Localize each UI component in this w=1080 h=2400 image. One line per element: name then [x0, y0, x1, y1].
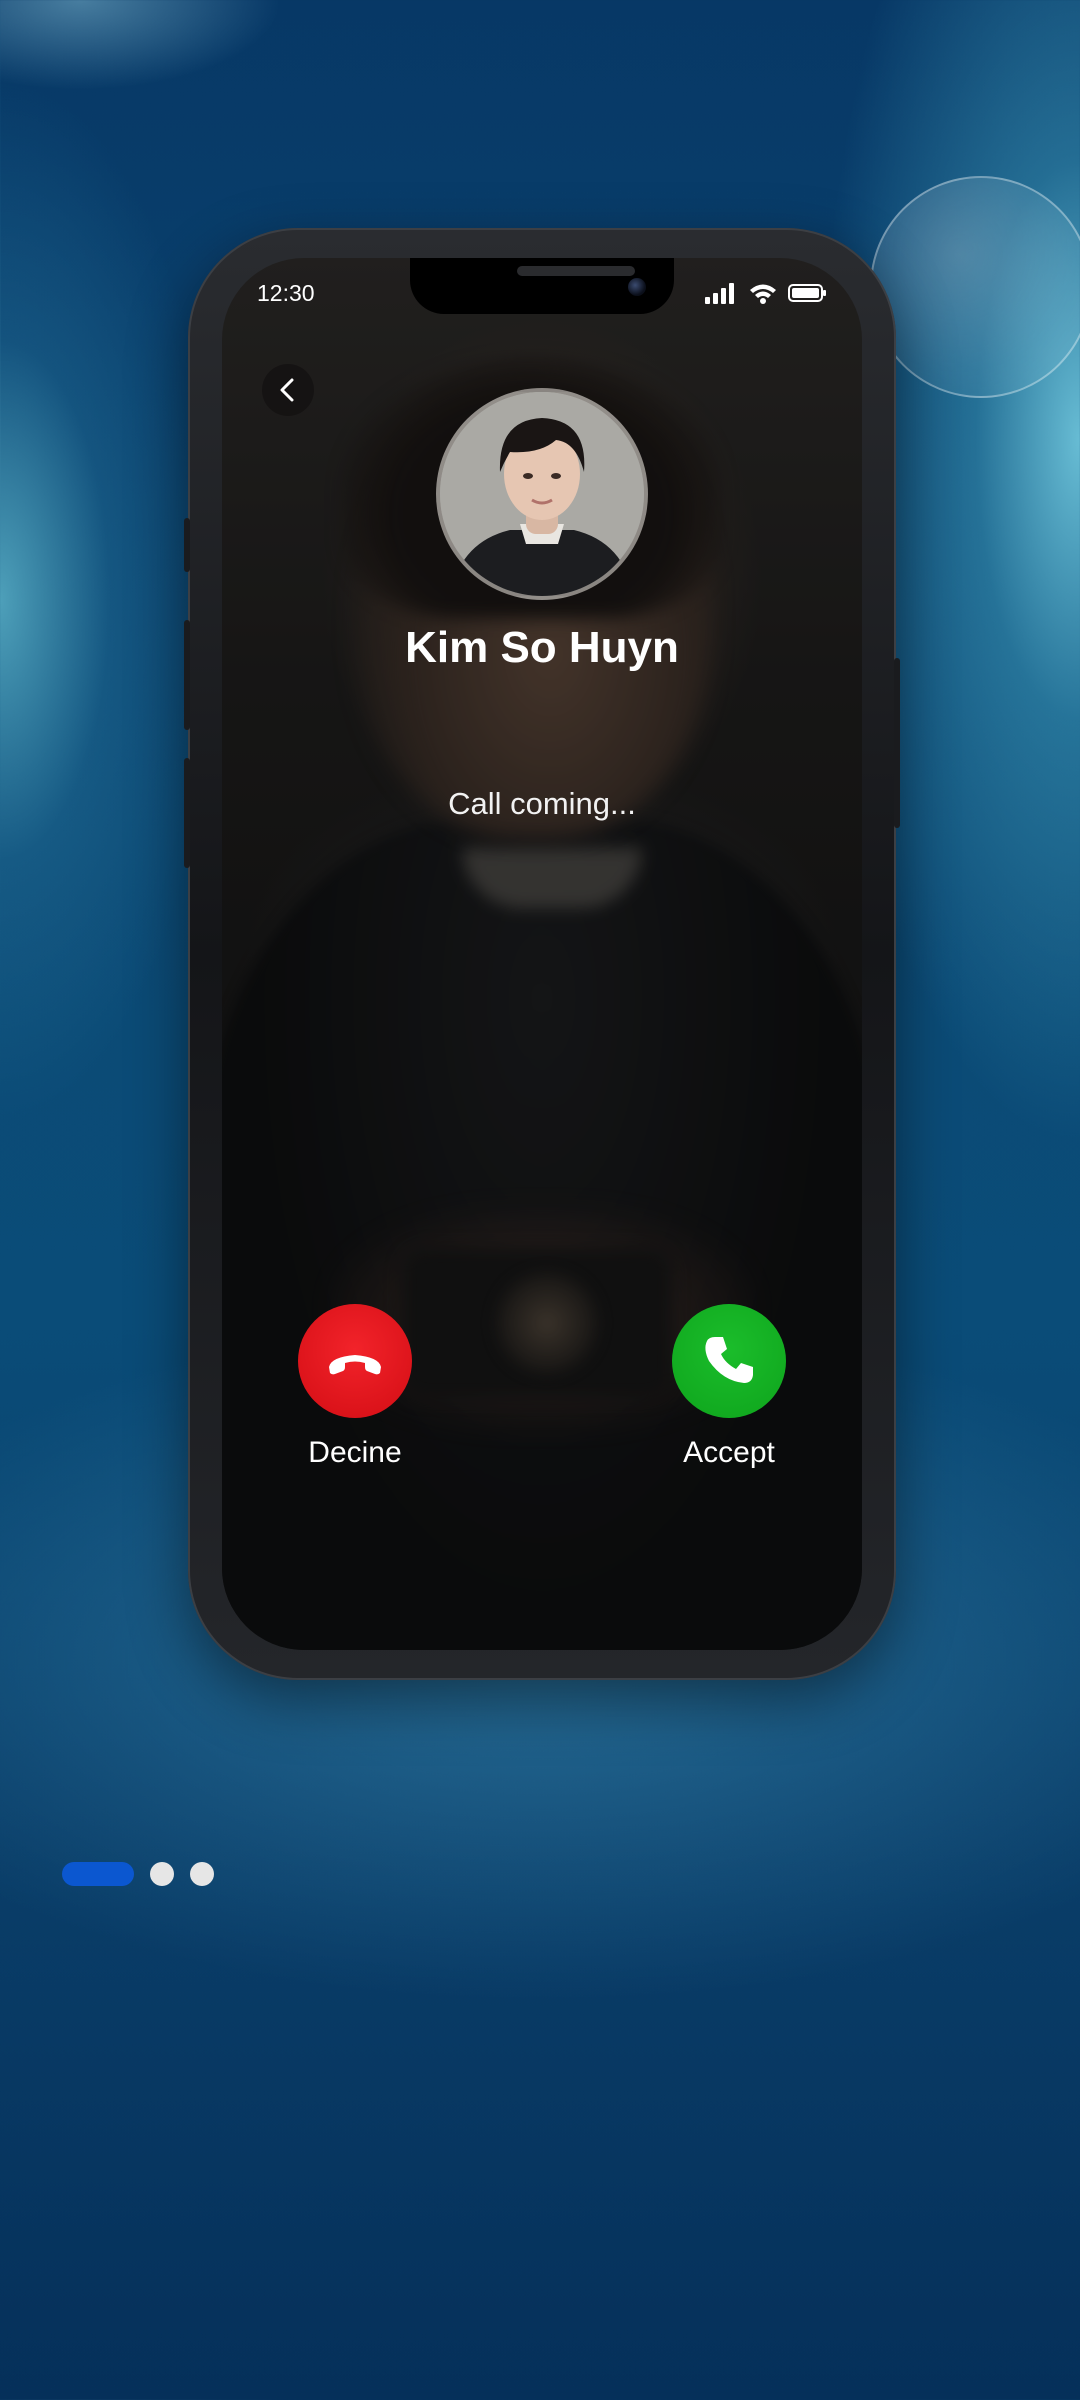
wifi-icon: [750, 284, 776, 304]
page-dot-active[interactable]: [62, 1862, 134, 1886]
signal-icon: [705, 283, 734, 304]
page-dot[interactable]: [190, 1862, 214, 1886]
chevron-left-icon: [280, 378, 294, 402]
phone-side-button: [184, 518, 190, 572]
status-icons: [704, 282, 828, 304]
decline-label: Decine: [308, 1436, 402, 1469]
front-camera-icon: [628, 278, 646, 296]
phone-hangup-icon: [329, 1355, 381, 1375]
avatar-portrait: [440, 392, 644, 596]
phone-volume-up: [184, 620, 190, 730]
decorative-bubble: [870, 176, 1080, 398]
battery-icon: [788, 284, 826, 302]
phone-power-button: [894, 658, 900, 828]
status-time: 12:30: [257, 280, 315, 306]
call-status: Call coming...: [448, 786, 636, 821]
phone-volume-down: [184, 758, 190, 868]
accept-label: Accept: [683, 1436, 775, 1469]
page-dot[interactable]: [150, 1862, 174, 1886]
caller-avatar: [436, 388, 648, 600]
phone-mockup: 12:30 Kim So Huyn Call coming... Decine …: [184, 228, 900, 1680]
decline-button[interactable]: [298, 1304, 412, 1418]
earpiece-speaker: [517, 266, 635, 276]
accept-button[interactable]: [672, 1304, 786, 1418]
page-indicator: [62, 1862, 214, 1886]
caller-name: Kim So Huyn: [405, 623, 679, 672]
phone-icon: [705, 1337, 753, 1383]
call-screen: 12:30 Kim So Huyn Call coming... Decine …: [222, 258, 862, 1650]
back-button[interactable]: [262, 364, 314, 416]
